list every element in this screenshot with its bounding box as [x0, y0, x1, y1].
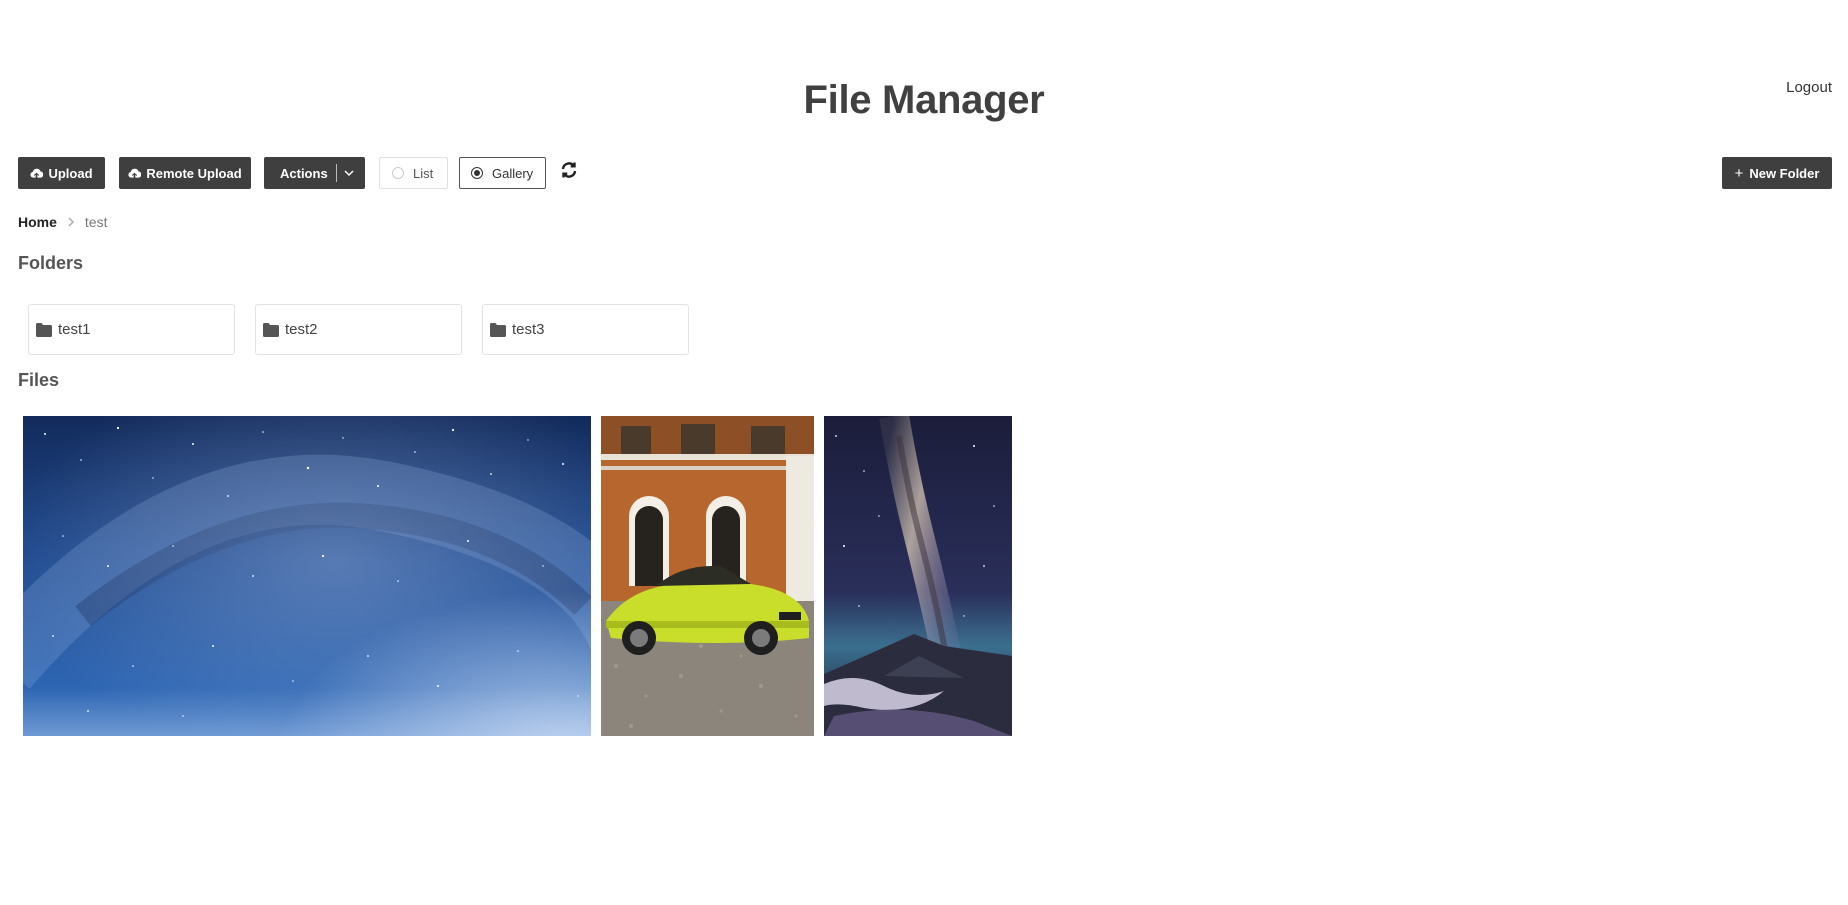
actions-dropdown-button[interactable]: Actions	[264, 157, 365, 189]
folder-item[interactable]: test1	[28, 304, 235, 355]
cloud-upload-icon	[30, 168, 44, 178]
upload-button[interactable]: Upload	[18, 157, 105, 189]
folder-icon	[263, 322, 279, 337]
plus-icon: +	[1734, 164, 1744, 182]
list-radio[interactable]	[392, 167, 404, 179]
chevron-right-icon	[66, 214, 76, 230]
folder-item[interactable]: test3	[482, 304, 689, 355]
new-folder-label: New Folder	[1749, 165, 1820, 181]
breadcrumb-current: test	[84, 214, 108, 230]
page-title: File Manager	[803, 78, 1045, 122]
refresh-icon[interactable]	[559, 160, 579, 180]
list-label: List	[413, 165, 434, 181]
folders-heading: Folders	[18, 253, 84, 273]
chevron-down-icon[interactable]	[343, 167, 355, 179]
gallery-label: Gallery	[492, 165, 534, 181]
file-thumbnail[interactable]	[601, 416, 814, 736]
folder-icon	[36, 322, 52, 337]
folder-item[interactable]: test2	[255, 304, 462, 355]
cloud-upload-icon	[128, 168, 142, 178]
new-folder-button[interactable]: + New Folder	[1722, 157, 1832, 189]
remote-upload-button[interactable]: Remote Upload	[119, 157, 251, 189]
breadcrumb-home[interactable]: Home	[18, 214, 57, 230]
folder-icon	[490, 322, 506, 337]
view-list-option[interactable]: List	[379, 157, 448, 189]
breadcrumb: Home test	[18, 212, 107, 232]
folder-name: test3	[512, 321, 545, 338]
remote-upload-label: Remote Upload	[146, 165, 242, 181]
file-manager-page: File Manager Logout Upload Remote Upload…	[0, 0, 1848, 905]
button-divider	[336, 164, 337, 182]
logout-link[interactable]: Logout	[1786, 79, 1832, 96]
upload-label: Upload	[48, 165, 93, 181]
actions-label: Actions	[280, 165, 328, 181]
folder-name: test1	[58, 321, 91, 338]
files-heading: Files	[18, 370, 60, 390]
gallery-radio[interactable]	[471, 167, 483, 179]
milky-way-volcano-photo	[824, 416, 1012, 736]
file-thumbnail[interactable]	[824, 416, 1012, 736]
yellow-car-photo	[601, 416, 814, 736]
folder-name: test2	[285, 321, 318, 338]
file-thumbnail[interactable]	[23, 416, 591, 736]
starry-sky-photo	[23, 416, 591, 736]
view-gallery-option[interactable]: Gallery	[459, 157, 546, 189]
